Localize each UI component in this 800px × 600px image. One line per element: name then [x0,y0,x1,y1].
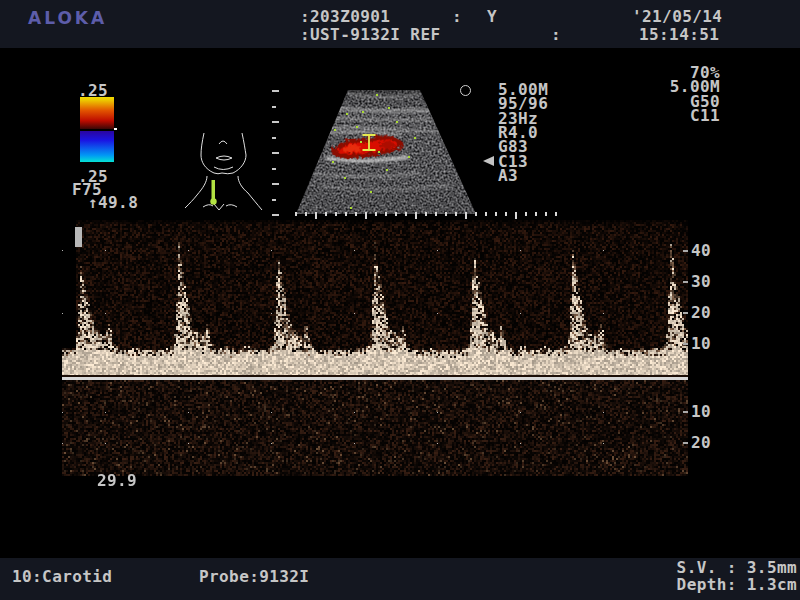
ruler-tick [395,212,397,216]
ruler-tick [355,212,357,216]
ruler-tick [272,121,279,123]
velocity-scale-label: 30 [691,274,711,289]
exam-time: 15:14:51 [639,27,719,42]
ruler-tick [272,183,279,185]
ruler-tick [465,212,467,219]
ruler-tick [405,212,407,216]
velocity-scale-label: 10 [691,336,711,351]
velocity-scale-label: 40 [691,243,711,258]
ruler-tick [425,212,427,216]
probe-mark [210,180,216,205]
ruler-tick [272,137,276,139]
flow-measure-label: ↑49.8 [88,195,138,210]
velocity-scale-label: 10 [691,404,711,419]
ruler-tick [385,212,387,216]
ruler-tick [555,212,557,216]
patient-initial: Y [487,9,497,24]
ruler-tick [272,168,276,170]
header-colon-2: : [551,27,561,42]
exam-date: '21/05/14 [632,9,722,24]
sample-volume-label: S.V. : 3.5mm [677,560,797,575]
footer-bar: 10:Carotid Probe:9132I S.V. : 3.5mm Dept… [0,558,800,600]
ruler-tick [272,199,276,201]
probe-ref: :UST-9132I REF [300,27,440,42]
depth-label: Depth: 1.3cm [677,577,797,592]
body-marker-icon [183,128,273,216]
bmode-image [290,85,485,217]
ruler-tick [272,106,276,108]
preset-label: 10:Carotid [12,569,112,584]
ruler-tick [272,152,279,154]
ruler-tick [475,212,477,216]
ruler-tick [505,212,507,216]
ruler-tick [485,212,487,216]
output-param-line: C11 [640,109,720,123]
ruler-tick [305,212,307,216]
ruler-tick [683,411,688,413]
probe-label: Probe:9132I [199,569,309,584]
ruler-tick [545,212,547,216]
aloka-logo: ALOKA [28,8,107,28]
ruler-tick [515,212,517,219]
bmode-params: 5.00M 95/96 23Hz R4.0 G83 C13 A3 [498,83,548,183]
ruler-tick [455,212,457,216]
color-scale-bar-cold [80,131,114,162]
ruler-tick [525,212,527,216]
ruler-tick [683,250,688,252]
ruler-tick [495,212,497,216]
exam-id: :203Z0901 [300,9,390,24]
ruler-tick [415,212,417,219]
color-scale-baseline-tick [114,128,117,130]
sweep-time-label: 29.9 [97,473,137,488]
ruler-tick [345,212,347,216]
ruler-tick [315,212,317,219]
ruler-tick [683,343,688,345]
ruler-tick [683,312,688,314]
ruler-tick [335,212,337,216]
ruler-tick [535,212,537,216]
ruler-tick [272,90,279,92]
ruler-tick [683,442,688,444]
spectral-canvas [62,218,688,478]
ruler-tick [435,212,437,216]
ruler-tick [295,212,297,216]
pointer-arrow-icon [483,156,494,166]
ruler-tick [325,212,327,216]
bmode-param-line: A3 [498,169,548,183]
color-scale-bar-warm [80,97,114,129]
color-scale-max-label: .25 [78,83,108,98]
ruler-tick [365,212,367,219]
ruler-tick [375,212,377,216]
ruler-tick [445,212,447,216]
circle-marker-icon [460,85,471,96]
output-params: 70% 5.00M G50 C11 [640,66,720,123]
header-bar: ALOKA :203Z0901 : Y '21/05/14 :UST-9132I… [0,0,800,48]
ultrasound-screen: ALOKA :203Z0901 : Y '21/05/14 :UST-9132I… [0,0,800,600]
ruler-tick [272,214,279,216]
velocity-scale-label: 20 [691,435,711,450]
velocity-scale-label: 20 [691,305,711,320]
ruler-tick [683,281,688,283]
header-colon-1: : [452,9,462,24]
